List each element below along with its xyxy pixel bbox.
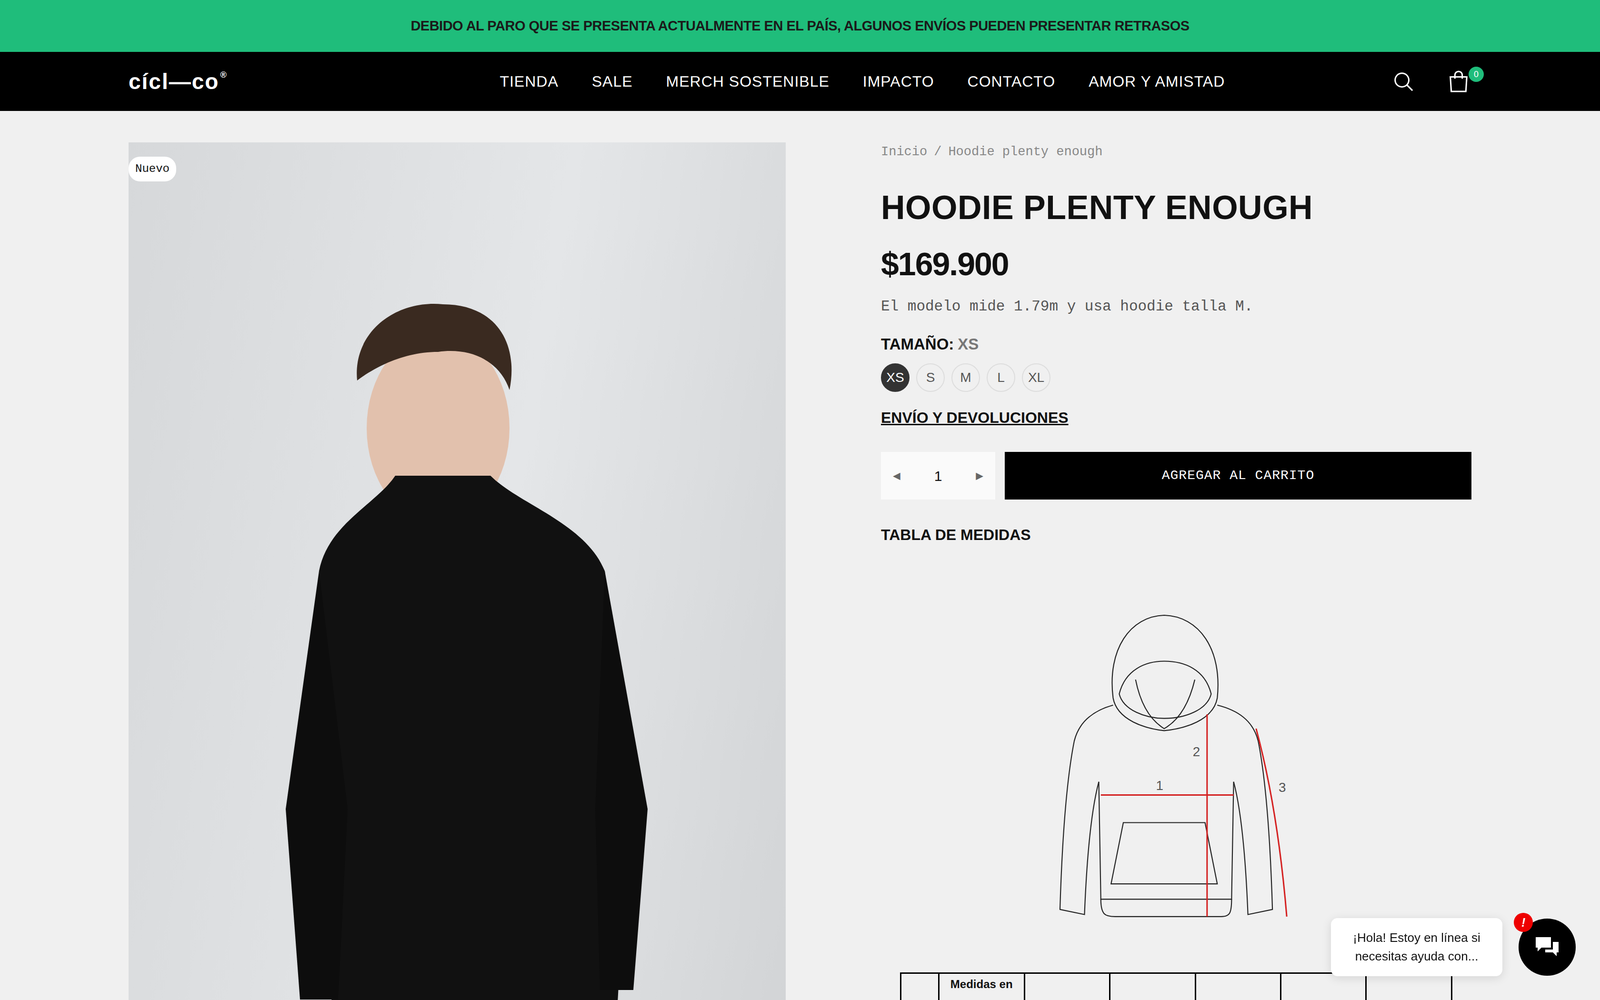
table-header-cell xyxy=(1110,973,1196,1000)
product-photo: Nuevo xyxy=(128,142,786,1000)
nav-link[interactable]: CONTACTO xyxy=(967,70,1056,93)
product-info: Inicio / Hoodie plenty enough HOODIE PLENT… xyxy=(880,142,1472,1000)
model-note: El modelo mide 1.79m y usa hoodie talla … xyxy=(880,295,1472,319)
table-header-cell xyxy=(1195,973,1281,1000)
breadcrumb-item: Hoodie plenty enough xyxy=(948,144,1103,160)
chat-greeting[interactable]: ¡Hola! Estoy en línea si necesitas ayuda… xyxy=(1330,918,1503,977)
size-options: XSSMLXL xyxy=(880,363,1472,392)
breadcrumb: Inicio / Hoodie plenty enough xyxy=(880,142,1472,162)
announcement-bar: DEBIDO AL PARO QUE SE PRESENTA ACTUALMEN… xyxy=(0,0,1600,52)
size-option[interactable]: XS xyxy=(880,363,910,392)
shipping-link[interactable]: ENVÍO Y DEVOLUCIONES xyxy=(880,406,1069,430)
table-header-cell xyxy=(1366,973,1452,1000)
new-badge: Nuevo xyxy=(128,156,177,182)
measure-label: 2 xyxy=(1192,744,1200,760)
search-icon[interactable] xyxy=(1392,70,1415,93)
nav-menu: TIENDA SALE MERCH SOSTENIBLE IMPACTO CONTACT… xyxy=(499,70,1225,93)
logo[interactable]: cícl—co® xyxy=(128,65,228,99)
nav-link[interactable]: TIENDA xyxy=(499,70,559,93)
size-label: TAMAÑO:XS xyxy=(880,332,1472,357)
size-option[interactable]: S xyxy=(916,363,945,392)
nav-link[interactable]: IMPACTO xyxy=(862,70,935,93)
quantity-stepper: ◄ 1 ► xyxy=(880,451,996,500)
chat-alert-badge: ! xyxy=(1513,912,1533,932)
cart-count: 0 xyxy=(1468,66,1484,82)
breadcrumb-separator: / xyxy=(933,144,942,160)
main-navbar: cícl—co® TIENDA SALE MERCH SOSTENIBLE IMPAC… xyxy=(0,51,1600,111)
table-header-cell xyxy=(1024,973,1110,1000)
nav-link[interactable]: MERCH SOSTENIBLE xyxy=(666,70,830,93)
hoodie-outline-icon: 1 2 3 xyxy=(1053,608,1300,925)
add-to-cart-button[interactable]: AGREGAR AL CARRITO xyxy=(1004,451,1472,500)
logo-mark: ® xyxy=(220,70,228,80)
product-page: Nuevo Inicio / Hoodie plenty enough HOODIE… xyxy=(128,110,1472,1000)
logo-text: cícl—co xyxy=(128,69,220,94)
table-header-cell xyxy=(1280,973,1367,1000)
bag-icon xyxy=(1447,69,1470,94)
chat-button[interactable]: ! xyxy=(1518,918,1576,976)
size-table-header: Medidas en xyxy=(900,973,1452,1000)
cart-button[interactable]: 0 xyxy=(1447,69,1472,94)
table-header-cell xyxy=(900,973,940,1000)
nav-link[interactable]: SALE xyxy=(591,70,633,93)
table-header-cell: Medidas en xyxy=(938,973,1025,1000)
quantity-value[interactable]: 1 xyxy=(934,465,943,487)
chat-icon xyxy=(1533,935,1561,960)
purchase-row: ◄ 1 ► AGREGAR AL CARRITO xyxy=(880,451,1472,500)
size-table: Medidas en xyxy=(900,972,1453,1000)
nav-link[interactable]: AMOR Y AMISTAD xyxy=(1088,70,1225,93)
model-silhouette-icon xyxy=(128,142,786,1000)
size-option[interactable]: XL xyxy=(1021,363,1051,392)
measure-label: 1 xyxy=(1155,778,1164,793)
hoodie-diagram: 1 2 3 xyxy=(880,608,1472,925)
product-price: $169.900 xyxy=(880,246,1472,282)
nav-icons: 0 xyxy=(1392,69,1472,94)
size-option[interactable]: L xyxy=(986,363,1016,392)
increase-button[interactable]: ► xyxy=(963,466,996,486)
product-title: HOODIE PLENTY ENOUGH xyxy=(880,189,1472,227)
size-chart-title: TABLA DE MEDIDAS xyxy=(880,523,1472,547)
announcement-text: DEBIDO AL PARO QUE SE PRESENTA ACTUALMEN… xyxy=(410,15,1190,37)
breadcrumb-item[interactable]: Inicio xyxy=(880,144,928,160)
measure-label: 3 xyxy=(1278,780,1287,795)
size-option[interactable]: M xyxy=(951,363,980,392)
decrease-button[interactable]: ◄ xyxy=(880,466,913,486)
